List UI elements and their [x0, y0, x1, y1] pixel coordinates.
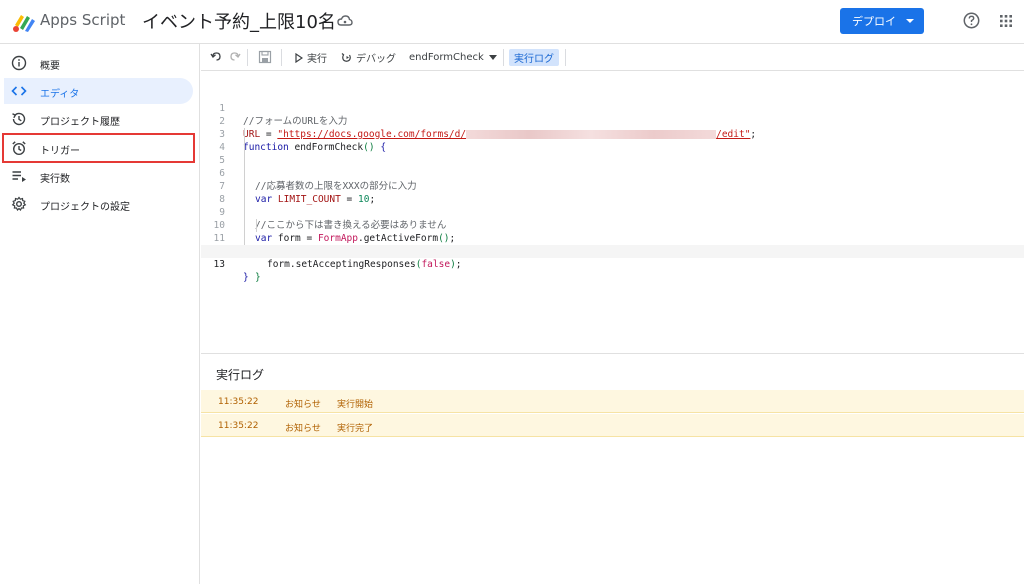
apps-script-logo[interactable]: [12, 11, 36, 33]
top-bar: Apps Script イベント予約_上限10名 デプロイ: [0, 0, 1024, 44]
log-row: 11:35:22 お知らせ 実行完了: [201, 414, 1024, 437]
code-line: 8 //ここから下は書き換える必要はありません: [201, 180, 1024, 231]
log-message: 実行完了: [337, 424, 374, 434]
code-line: 7: [201, 167, 1024, 192]
log-row: 11:35:22 お知らせ 実行開始: [201, 390, 1024, 413]
sidebar-item-overview[interactable]: 概要: [4, 50, 193, 76]
help-icon[interactable]: [963, 12, 980, 29]
project-title[interactable]: イベント予約_上限10名: [142, 8, 336, 34]
log-time: 11:35:22: [218, 421, 259, 431]
sidebar-item-triggers[interactable]: トリガー: [2, 133, 195, 163]
sidebar-item-label: プロジェクト履歴: [40, 117, 120, 128]
execution-log-title: 実行ログ: [216, 368, 265, 382]
code-line: 2 URL = "https://docs.google.com/forms/d…: [201, 102, 1024, 140]
executions-list-icon: [12, 171, 26, 182]
code-line: 1 //フォームのURLを入力: [201, 89, 1024, 127]
code-editor[interactable]: 1 //フォームのURLを入力 2 URL = "https://docs.go…: [201, 72, 1024, 354]
sidebar-item-project-settings[interactable]: プロジェクトの設定: [4, 191, 193, 217]
deploy-label: デプロイ: [852, 15, 896, 28]
sidebar-item-editor[interactable]: エディタ: [4, 78, 193, 104]
execution-log-toggle[interactable]: 実行ログ: [509, 49, 559, 66]
editor-toolbar: 実行 デバッグ endFormCheck 実行ログ: [201, 44, 1024, 71]
toolbar-divider: [247, 49, 248, 66]
gear-icon: [11, 196, 27, 211]
code-line-current: 13 }: [201, 245, 1024, 283]
code-line: 5 //応募者数の上限をXXXの部分に入力: [201, 141, 1024, 192]
toolbar-divider: [281, 49, 282, 66]
code-line: 12 }: [201, 232, 1024, 283]
code-line: 10 if (form.getResponses().length >= LIM…: [201, 206, 1024, 257]
alarm-clock-icon: [12, 141, 26, 156]
caret-down-icon: [906, 19, 914, 23]
log-message: 実行開始: [337, 400, 374, 410]
line-number: 13: [213, 259, 225, 270]
log-level: お知らせ: [285, 400, 321, 410]
function-select-value: endFormCheck: [409, 52, 484, 63]
code-line: 4: [201, 128, 1024, 153]
sidebar-item-executions[interactable]: 実行数: [4, 163, 193, 189]
code-line: 11 form.setAcceptingResponses(false);: [201, 219, 1024, 270]
code-line: 3 function endFormCheck() {: [201, 115, 1024, 153]
function-select[interactable]: endFormCheck: [409, 49, 497, 66]
debug-icon: [341, 53, 351, 62]
sidebar-item-label: トリガー: [40, 146, 80, 157]
sidebar-item-label: 実行数: [40, 174, 70, 185]
redo-icon[interactable]: [229, 49, 241, 66]
debug-label: デバッグ: [356, 54, 396, 65]
undo-icon[interactable]: [210, 49, 222, 66]
sidebar-item-label: プロジェクトの設定: [40, 202, 130, 213]
save-icon[interactable]: [258, 49, 272, 66]
toolbar-divider: [503, 49, 504, 66]
caret-down-icon: [488, 55, 497, 60]
sidebar-item-label: 概要: [40, 61, 60, 72]
log-level: お知らせ: [285, 424, 321, 434]
code-icon: [11, 86, 27, 96]
sidebar: 概要 エディタ プロジェクト履歴 トリガー 実行数 プロジェクトの設定: [0, 44, 200, 584]
debug-button[interactable]: デバッグ: [341, 49, 396, 66]
sidebar-item-project-history[interactable]: プロジェクト履歴: [4, 106, 193, 132]
sidebar-item-label: エディタ: [40, 89, 80, 100]
history-icon: [12, 112, 26, 126]
google-apps-grid-icon[interactable]: [999, 14, 1013, 28]
run-button[interactable]: 実行: [295, 49, 327, 66]
info-icon: [11, 55, 27, 71]
code-line: 6 var LIMIT_COUNT = 10;: [201, 154, 1024, 205]
run-label: 実行: [307, 54, 327, 65]
execution-log-panel: 実行ログ 11:35:22 お知らせ 実行開始 11:35:22 お知らせ 実行…: [201, 355, 1024, 584]
code-line: 9 var form = FormApp.getActiveForm();: [201, 193, 1024, 244]
play-icon: [295, 52, 303, 63]
toolbar-divider: [565, 49, 566, 66]
log-time: 11:35:22: [218, 397, 259, 407]
app-name[interactable]: Apps Script: [40, 11, 125, 29]
deploy-button[interactable]: デプロイ: [840, 8, 924, 34]
cloud-saved-icon: [337, 15, 353, 26]
